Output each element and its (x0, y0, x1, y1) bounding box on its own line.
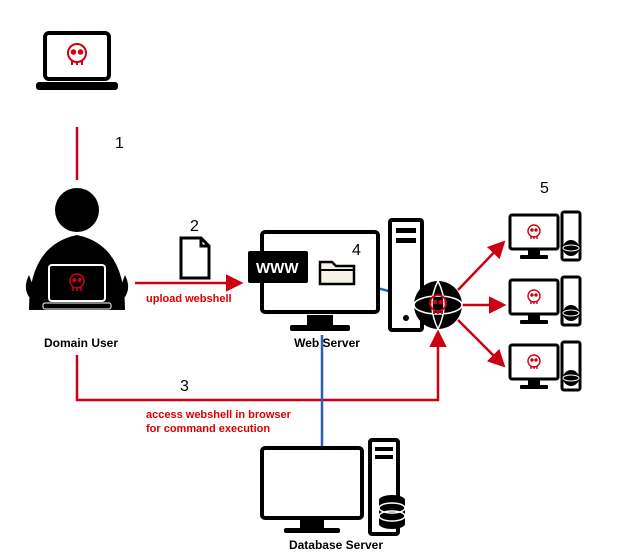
domain-user-icon (26, 188, 128, 310)
arrow-spread-1 (458, 243, 503, 290)
step-2-label: 2 (190, 218, 199, 236)
access-annotation: access webshell in browser for command e… (146, 408, 291, 437)
database-server-icon (262, 440, 405, 534)
compromised-globe-icon (414, 281, 462, 329)
www-label: WWW (256, 260, 299, 277)
target-hosts (510, 212, 580, 390)
step-5-label: 5 (540, 180, 549, 198)
step-1-label: 1 (115, 135, 124, 153)
upload-annotation: upload webshell (146, 292, 232, 306)
step-3-label: 3 (180, 378, 189, 396)
attacker-laptop-icon (36, 33, 118, 90)
domain-user-label: Domain User (36, 336, 126, 350)
database-server-label: Database Server (276, 538, 396, 552)
arrow-spread-3 (458, 320, 503, 365)
file-icon (181, 238, 209, 278)
step-4-label: 4 (352, 242, 361, 260)
arrow-step3 (77, 333, 438, 400)
diagram-canvas: WWW (0, 0, 624, 558)
web-server-label: Web Server (282, 336, 372, 350)
